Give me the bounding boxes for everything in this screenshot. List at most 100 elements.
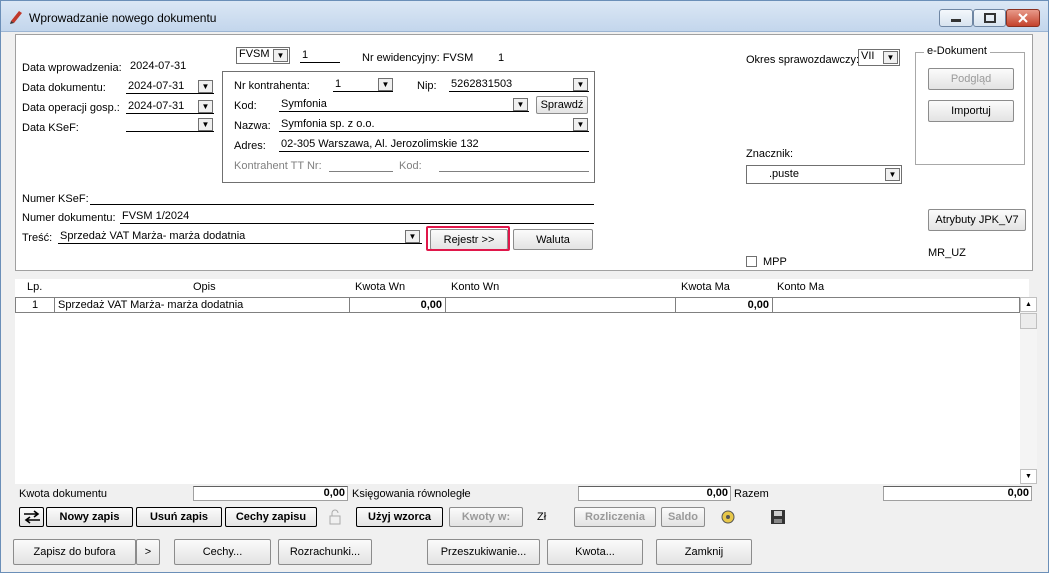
- nowy-zapis-button[interactable]: Nowy zapis: [46, 507, 133, 527]
- kontrahent-tt-field[interactable]: [329, 158, 393, 172]
- maximize-icon: [984, 13, 996, 23]
- tresc-dropdown[interactable]: ▼: [405, 230, 420, 243]
- close-button[interactable]: [1006, 9, 1040, 27]
- znacznik-select[interactable]: .puste: [746, 165, 902, 184]
- cechy-button[interactable]: Cechy...: [174, 539, 271, 565]
- adres-label: Adres:: [234, 140, 266, 152]
- cell-kwota-wn[interactable]: 0,00: [350, 297, 446, 313]
- scroll-down-icon[interactable]: ▼: [1020, 469, 1037, 484]
- scroll-thumb[interactable]: [1020, 313, 1037, 329]
- zapisz-more-button[interactable]: >: [136, 539, 160, 565]
- kod-dropdown[interactable]: ▼: [513, 98, 528, 111]
- swap-button[interactable]: [19, 507, 44, 527]
- zamknij-button[interactable]: Zamknij: [656, 539, 752, 565]
- data-wprowadzenia-label: Data wprowadzenia:: [22, 62, 122, 74]
- uzyj-wzorca-button[interactable]: Użyj wzorca: [356, 507, 443, 527]
- nip-label: Nip:: [417, 80, 437, 92]
- kontrahent-tt-label: Kontrahent TT Nr:: [234, 160, 322, 172]
- gear-icon: [721, 510, 735, 524]
- maximize-button[interactable]: [973, 9, 1006, 27]
- lock-button[interactable]: [322, 507, 348, 527]
- data-dokumentu-dropdown[interactable]: ▼: [198, 80, 213, 93]
- ksiegowania-label: Księgowania równoległe: [352, 488, 471, 500]
- nr-kontrahenta-label: Nr kontrahenta:: [234, 80, 310, 92]
- header-panel: Data wprowadzenia: 2024-07-31 Data dokum…: [15, 34, 1033, 271]
- kod2-field[interactable]: [439, 158, 589, 172]
- header-lp: Lp.: [27, 281, 43, 293]
- okres-dropdown[interactable]: ▼: [883, 51, 898, 64]
- numer-dokumentu-field[interactable]: FVSM 1/2024: [120, 210, 594, 224]
- nr-ewidencyjny-value: 1: [498, 52, 505, 64]
- kod2-label: Kod:: [399, 160, 422, 172]
- data-ksef-dropdown[interactable]: ▼: [198, 118, 213, 131]
- nazwa-label: Nazwa:: [234, 120, 271, 132]
- cell-kwota-ma[interactable]: 0,00: [676, 297, 773, 313]
- znacznik-dropdown[interactable]: ▼: [885, 168, 900, 181]
- cell-opis[interactable]: Sprzedaż VAT Marża- marża dodatnia: [55, 297, 350, 313]
- kwota-dokumentu-label: Kwota dokumentu: [19, 488, 108, 500]
- typ-nr[interactable]: 1: [300, 49, 340, 63]
- cell-konto-wn[interactable]: [446, 297, 676, 313]
- kod-field[interactable]: Symfonia: [279, 98, 529, 112]
- nip-field[interactable]: 5262831503: [449, 78, 589, 92]
- rejestr-highlight: [426, 226, 510, 251]
- header-konto-ma: Konto Ma: [777, 281, 825, 293]
- przeszukiwanie-button[interactable]: Przeszukiwanie...: [427, 539, 540, 565]
- razem-value: 0,00: [883, 486, 1032, 501]
- close-icon: [1018, 13, 1028, 23]
- znacznik-label: Znacznik:: [746, 148, 794, 160]
- rozrachunki-button[interactable]: Rozrachunki...: [278, 539, 372, 565]
- cell-konto-ma[interactable]: [773, 297, 1020, 313]
- kwoty-w-button[interactable]: Kwoty w:: [449, 507, 523, 527]
- nazwa-field[interactable]: Symfonia sp. z o.o.: [279, 118, 589, 132]
- nazwa-dropdown[interactable]: ▼: [573, 118, 588, 131]
- window-title: Wprowadzanie nowego dokumentu: [29, 11, 217, 25]
- numer-dokumentu-label: Numer dokumentu:: [22, 212, 116, 224]
- swap-arrows-icon: [23, 510, 40, 524]
- vertical-scrollbar[interactable]: ▲ ▼: [1020, 297, 1037, 484]
- header-kwota-wn: Kwota Wn: [355, 281, 406, 293]
- header-opis: Opis: [193, 281, 216, 293]
- atrybuty-jpk-button[interactable]: Atrybuty JPK_V7: [928, 209, 1026, 231]
- kwota-button[interactable]: Kwota...: [547, 539, 643, 565]
- podglad-button[interactable]: Podgląd: [928, 68, 1014, 90]
- razem-label: Razem: [734, 488, 769, 500]
- data-ksef-label: Data KSeF:: [22, 122, 79, 134]
- importuj-button[interactable]: Importuj: [928, 100, 1014, 122]
- cechy-zapisu-button[interactable]: Cechy zapisu: [225, 507, 317, 527]
- gear-button[interactable]: [716, 507, 740, 527]
- zapisz-do-bufora-button[interactable]: Zapisz do bufora: [13, 539, 136, 565]
- mr-uz-label: MR_UZ: [928, 247, 966, 259]
- saldo-button[interactable]: Saldo: [661, 507, 705, 527]
- minimize-button[interactable]: [939, 9, 973, 27]
- kontrahent-box: Nr kontrahenta: 1 ▼ Nip: 5262831503 ▼ Ko…: [222, 71, 595, 183]
- data-dokumentu-label: Data dokumentu:: [22, 82, 106, 94]
- cell-lp[interactable]: 1: [15, 297, 55, 313]
- rozliczenia-button[interactable]: Rozliczenia: [574, 507, 656, 527]
- sprawdz-button[interactable]: Sprawdź: [536, 96, 588, 114]
- adres-field[interactable]: 02-305 Warszawa, Al. Jerozolimskie 132: [279, 138, 589, 152]
- usun-zapis-button[interactable]: Usuń zapis: [136, 507, 222, 527]
- nip-dropdown[interactable]: ▼: [573, 78, 588, 91]
- client-area: Data wprowadzenia: 2024-07-31 Data dokum…: [7, 32, 1042, 569]
- waluta-button[interactable]: Waluta: [513, 229, 593, 250]
- data-operacji-dropdown[interactable]: ▼: [198, 100, 213, 113]
- data-wprowadzenia-value: 2024-07-31: [130, 60, 187, 72]
- tresc-label: Treść:: [22, 232, 53, 244]
- kwota-dokumentu-value: 0,00: [193, 486, 348, 501]
- minimize-icon: [951, 19, 961, 22]
- numer-ksef-label: Numer KSeF:: [22, 193, 89, 205]
- lock-icon: [329, 509, 341, 525]
- numer-ksef-field[interactable]: [90, 191, 594, 205]
- edokument-title: e-Dokument: [924, 45, 990, 57]
- scroll-up-icon[interactable]: ▲: [1020, 297, 1037, 312]
- typ-dropdown[interactable]: ▼: [273, 49, 288, 62]
- save-disk-button[interactable]: [767, 507, 789, 527]
- app-icon: [10, 11, 22, 24]
- header-kwota-ma: Kwota Ma: [681, 281, 730, 293]
- mpp-checkbox[interactable]: [746, 256, 757, 267]
- document-window: Wprowadzanie nowego dokumentu Data wprow…: [0, 0, 1049, 573]
- tresc-field[interactable]: Sprzedaż VAT Marża- marża dodatnia: [58, 230, 422, 244]
- nr-kontrahenta-dropdown[interactable]: ▼: [378, 78, 393, 91]
- floppy-disk-icon: [771, 510, 785, 524]
